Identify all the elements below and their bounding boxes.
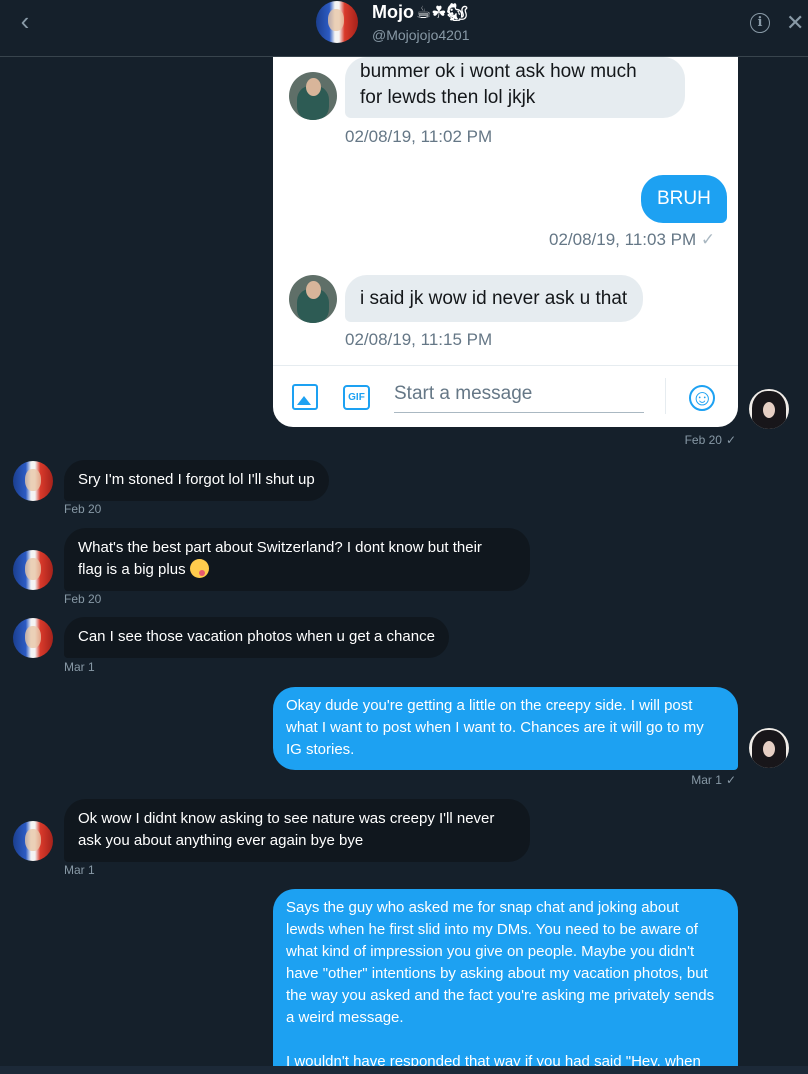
scroll-edge	[0, 1066, 808, 1074]
emoji-icon	[189, 559, 209, 578]
message-text: Okay dude you're getting a little on the…	[286, 697, 693, 714]
composer-bar: GIF Start a message ☺	[273, 365, 738, 427]
avatar[interactable]	[316, 1, 358, 43]
message-timestamp: Feb 20	[64, 592, 102, 606]
message-timestamp: Mar 1	[64, 863, 95, 877]
info-icon[interactable]: i	[750, 13, 770, 33]
avatar[interactable]	[13, 461, 53, 501]
message-text: what I want to post when I want to. Chan…	[286, 719, 704, 736]
message-input[interactable]: Start a message	[394, 379, 644, 413]
message-timestamp: 02/08/19, 11:03 PM ✓	[549, 230, 715, 250]
message-text: flag is a big plus	[78, 561, 186, 578]
message-timestamp-text: 02/08/19, 11:03 PM	[549, 230, 697, 249]
read-check-icon: ✓	[725, 433, 736, 447]
message-text: lewds when he first slid into my DMs. Yo…	[286, 921, 698, 938]
avatar	[289, 72, 337, 120]
message-text: a weird message.	[286, 1009, 404, 1026]
message-bubble: BRUH	[641, 175, 727, 223]
timestamp-text: Feb 20	[684, 433, 722, 447]
conversation-header: ‹ Mojo ☕☘🐿 @Mojojojo4201 i ✕	[0, 0, 808, 57]
message-text: What's the best part about Switzerland? …	[78, 539, 482, 556]
emoji-glyph: ☺	[691, 385, 714, 410]
avatar[interactable]	[13, 821, 53, 861]
message-timestamp: 02/08/19, 11:15 PM	[345, 330, 493, 349]
avatar[interactable]	[749, 389, 789, 429]
read-check-icon: ✓	[700, 230, 716, 249]
message-bubble: bummer ok i wont ask how much for lewds …	[345, 57, 685, 118]
contact-name[interactable]: Mojo ☕☘🐿	[372, 2, 468, 23]
read-check-icon: ✓	[725, 773, 736, 787]
chevron-left-icon[interactable]: ‹	[10, 8, 40, 38]
image-icon[interactable]	[292, 384, 318, 410]
timestamp-text: Mar 1	[691, 773, 722, 787]
close-icon[interactable]: ✕	[786, 10, 804, 36]
avatar[interactable]	[13, 618, 53, 658]
emoji-icon[interactable]: ☺	[689, 385, 715, 411]
message-text: Says the guy who asked me for snap chat …	[286, 899, 679, 916]
message-bubble[interactable]: Can I see those vacation photos when u g…	[64, 617, 449, 658]
message-timestamp: Feb 20	[64, 502, 102, 516]
message-text: the way you asked and the fact you're as…	[286, 987, 715, 1004]
message-timestamp: Mar 1	[64, 660, 95, 674]
message-timestamp: Feb 20 ✓	[640, 433, 736, 447]
divider	[665, 378, 666, 414]
message-timestamp: Mar 1 ✓	[640, 773, 736, 787]
message-bubble[interactable]: Says the guy who asked me for snap chat …	[273, 889, 738, 1069]
avatar[interactable]	[13, 550, 53, 590]
message-timestamp: 02/08/19, 11:02 PM	[345, 127, 493, 146]
message-text: ask you about anything ever again bye by…	[78, 832, 364, 849]
message-text: what kind of impression you give on peop…	[286, 943, 695, 960]
name-emoji: ☕☘🐿	[416, 3, 469, 22]
avatar[interactable]	[749, 728, 789, 768]
message-text: Ok wow I didnt know asking to see nature…	[78, 810, 495, 827]
message-bubble[interactable]: What's the best part about Switzerland? …	[64, 528, 530, 591]
message-bubble[interactable]: Ok wow I didnt know asking to see nature…	[64, 799, 530, 862]
contact-name-text: Mojo	[372, 2, 414, 22]
message-bubble[interactable]: Sry I'm stoned I forgot lol I'll shut up	[64, 460, 329, 501]
gif-icon[interactable]: GIF	[343, 385, 370, 410]
shared-screenshot-image[interactable]: bummer ok i wont ask how much for lewds …	[273, 57, 738, 427]
message-bubble[interactable]: Okay dude you're getting a little on the…	[273, 687, 738, 770]
avatar	[289, 275, 337, 323]
message-text: have "other" intentions by asking about …	[286, 965, 708, 982]
contact-handle: @Mojojojo4201	[372, 27, 470, 43]
message-bubble: i said jk wow id never ask u that	[345, 275, 644, 322]
message-text: IG stories.	[286, 741, 355, 758]
message-text: bummer ok i wont ask how much	[360, 61, 637, 82]
message-text: for lewds then lol jkjk	[360, 87, 536, 108]
